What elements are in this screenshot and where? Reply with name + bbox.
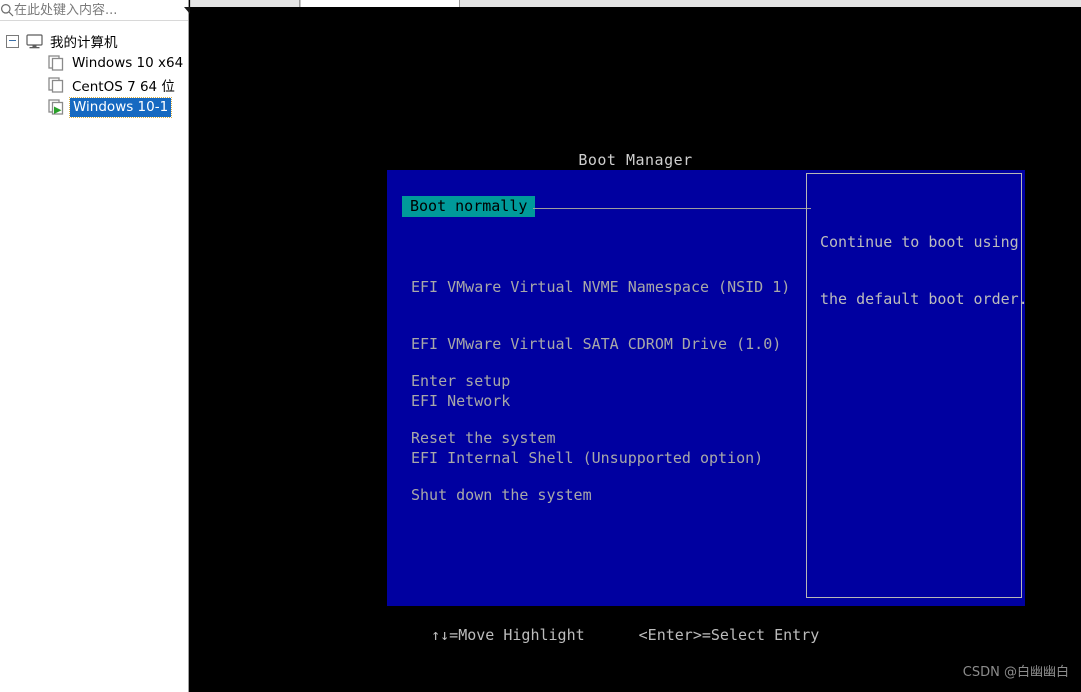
csdn-watermark: CSDN @白幽幽白 — [962, 665, 1069, 680]
tree-row-my-computer[interactable]: 我的计算机 — [0, 30, 188, 52]
tree-label-my-computer: 我的计算机 — [50, 35, 118, 51]
tree-label-vm-0: Windows 10 x64 — [72, 55, 184, 71]
boot-menu-item-selected[interactable]: Boot normally — [402, 196, 536, 217]
search-input[interactable] — [14, 2, 184, 18]
boot-help-line-1: Continue to boot using — [820, 233, 1019, 251]
boot-menu-list: Boot normally EFI VMware Virtual NVME Na… — [395, 182, 811, 594]
key-hint-select: <Enter>=Select Entry — [638, 626, 820, 644]
vm-console-screen[interactable]: Boot Manager Boot normally EFI VMware Vi… — [190, 7, 1081, 692]
key-hint-move: ↑↓=Move Highlight — [431, 626, 585, 644]
vm-running-icon — [48, 99, 70, 115]
search-icon — [0, 3, 14, 17]
library-sidebar: 我的计算机 Windows 10 x64 CentOS 7 64 位 — [0, 0, 197, 692]
bios-screen-title: Boot Manager — [578, 151, 693, 169]
vm-icon — [48, 55, 70, 71]
boot-menu-item-enter-setup[interactable]: Enter setup — [411, 372, 592, 391]
tab-strip-filler — [460, 0, 1081, 7]
tree-row-vm-2[interactable]: Windows 10-1 — [0, 96, 188, 118]
library-search-bar[interactable] — [0, 0, 197, 21]
vm-tree: 我的计算机 Windows 10 x64 CentOS 7 64 位 Windo… — [0, 22, 188, 118]
tab-active[interactable] — [300, 0, 460, 7]
boot-help-line-2: the default boot order. — [820, 290, 1028, 308]
boot-help-text: Continue to boot using the default boot … — [820, 195, 1028, 347]
computer-icon — [26, 33, 48, 49]
boot-help-panel: Continue to boot using the default boot … — [806, 173, 1028, 598]
boot-manager-panel: Boot normally EFI VMware Virtual NVME Na… — [387, 170, 1028, 606]
window-tab-strip — [190, 0, 1081, 7]
vm-icon — [48, 77, 70, 93]
tree-row-vm-1[interactable]: CentOS 7 64 位 — [0, 74, 188, 96]
tree-row-vm-0[interactable]: Windows 10 x64 — [0, 52, 188, 74]
boot-menu-actions: Enter setup Reset the system Shut down t… — [411, 334, 592, 543]
boot-key-hints: ↑↓=Move Highlight <Enter>=Select Entry — [395, 608, 819, 662]
tree-label-vm-2: Windows 10-1 — [68, 96, 173, 118]
boot-menu-item-reset-system[interactable]: Reset the system — [411, 429, 592, 448]
tab-inactive-left[interactable] — [190, 0, 300, 7]
tree-label-vm-1: CentOS 7 64 位 — [72, 79, 175, 95]
menu-separator-rule — [533, 208, 811, 209]
boot-menu-item-efi-0[interactable]: EFI VMware Virtual NVME Namespace (NSID … — [411, 278, 790, 297]
boot-menu-item-shutdown-system[interactable]: Shut down the system — [411, 486, 592, 505]
collapse-minus-icon[interactable] — [6, 34, 19, 48]
